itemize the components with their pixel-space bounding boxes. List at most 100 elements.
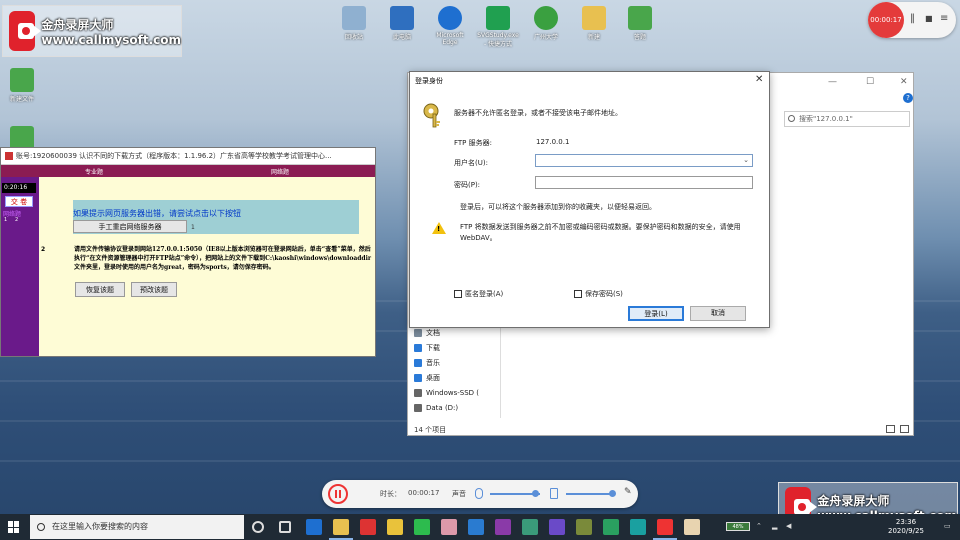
close-icon[interactable]: ✕ (755, 74, 763, 85)
question-instruction: 请用文件传输协议登录到网站127.0.0.1:5050（IE8以上版本浏览器可在… (74, 246, 372, 271)
submit-button[interactable]: 交 卷 (5, 196, 33, 207)
navigation-pane: 文档 下载 音乐 桌面 Windows-SSD ( Data (D:) (414, 325, 496, 415)
network-icon[interactable]: ▂ (772, 522, 777, 530)
photoshop-icon[interactable] (468, 519, 484, 535)
anonymous-login-checkbox[interactable]: 匿名登录(A) (454, 289, 503, 299)
clock-time: 23:36 (895, 518, 917, 526)
edge-icon (438, 6, 462, 30)
recycle-bin-icon (342, 6, 366, 30)
wechat-icon[interactable] (414, 519, 430, 535)
speaker-volume-slider[interactable] (566, 493, 614, 495)
app-face-icon[interactable] (684, 519, 700, 535)
university-icon (534, 6, 558, 30)
search-icon (37, 523, 45, 531)
windows-start-icon[interactable] (8, 521, 20, 533)
dialog-note: 登录后，可以将这个服务器添加到你的收藏夹，以便轻易返回。 (460, 203, 656, 211)
restart-server-button[interactable]: 手工重启网络服务器 (73, 220, 187, 233)
duration-value: 00:00:17 (408, 489, 440, 497)
recorder-icon[interactable] (657, 519, 673, 535)
speaker-volume-knob[interactable] (609, 490, 616, 497)
app-teal-icon[interactable] (630, 519, 646, 535)
question-link-2[interactable]: 2 (15, 217, 18, 223)
file-explorer-icon[interactable] (333, 519, 349, 535)
minimize-button[interactable]: — (828, 77, 837, 87)
app-box-icon[interactable] (576, 519, 592, 535)
battery-indicator[interactable]: 48% (726, 522, 750, 531)
exam-sidebar: 0:20:16 交 卷 网络题 1 2 (1, 177, 39, 356)
save-password-checkbox[interactable]: 保存密码(S) (574, 289, 623, 299)
app-figure-icon[interactable] (441, 519, 457, 535)
details-view-icon[interactable] (886, 425, 895, 433)
cortana-icon[interactable] (279, 521, 291, 533)
premiere-icon[interactable] (495, 519, 511, 535)
tray-arrow-icon[interactable]: ⌃ (756, 522, 762, 530)
notification-icon[interactable]: ▭ (944, 522, 951, 530)
search-icon (788, 115, 795, 122)
desktop-icon-university[interactable]: 广州大学 (524, 6, 568, 41)
nav-item-music[interactable]: 音乐 (414, 355, 496, 370)
menu-icon[interactable]: ≡ (940, 13, 948, 24)
pane-divider[interactable] (500, 323, 501, 418)
nav-item-downloads[interactable]: 下载 (414, 340, 496, 355)
countdown-timer: 0:20:16 (2, 183, 36, 193)
app-green-icon[interactable] (603, 519, 619, 535)
desktop-icon-svgstudy[interactable]: SVGStudy.exe - 快捷方式 (476, 6, 520, 48)
maximize-button[interactable]: ☐ (866, 77, 874, 87)
stop-icon[interactable]: ■ (925, 14, 933, 23)
netease-music-icon[interactable] (360, 519, 376, 535)
microphone-volume-knob[interactable] (532, 490, 539, 497)
watermark-name: 金舟录屏大师 (41, 17, 114, 32)
dialog-title: 登录身份 (415, 77, 443, 85)
pen-icon[interactable]: ✎ (624, 487, 632, 497)
restore-question-button[interactable]: 恢复该题 (75, 282, 125, 297)
redo-question-button[interactable]: 预改该题 (131, 282, 177, 297)
recorder-bar: 时长： 00:00:17 声音 ✎ (322, 480, 638, 508)
checkbox-box[interactable] (454, 290, 462, 298)
drive-icon (414, 403, 422, 412)
record-timer[interactable]: 00:00:17 (868, 2, 904, 38)
after-effects-icon[interactable] (549, 519, 565, 535)
microphone-icon[interactable] (475, 488, 483, 499)
username-field[interactable]: ⌄ (535, 154, 753, 167)
taskbar-search-input[interactable]: 在这里输入你要搜索的内容 (30, 515, 244, 539)
server-notice: 如果提示网页服务器出错，请尝试点击以下按钮 手工重启网络服务器 1 (73, 200, 359, 234)
taskbar: 在这里输入你要搜索的内容 48% ⌃ ▂ ◀ 23:36 2020/9/25 ▭ (0, 514, 960, 540)
edge-icon[interactable] (306, 519, 322, 535)
username-label: 用户名(U): (454, 159, 488, 167)
checkbox-box[interactable] (574, 290, 582, 298)
close-button[interactable]: ✕ (900, 77, 908, 87)
clock[interactable]: 23:36 2020/9/25 (888, 518, 924, 536)
password-field[interactable] (535, 176, 753, 189)
nav-item-desktop[interactable]: 桌面 (414, 370, 496, 385)
login-button[interactable]: 登录(L) (628, 306, 684, 321)
volume-icon[interactable]: ◀ (786, 522, 791, 530)
tab-network[interactable]: 网络题 (271, 167, 289, 176)
password-label: 密码(P): (454, 181, 481, 189)
desktop-icon-this-pc[interactable]: 此电脑 (380, 6, 424, 41)
search-input[interactable]: 搜索"127.0.0.1" (784, 111, 910, 127)
task-view-icon[interactable] (252, 521, 264, 533)
help-icon[interactable]: ? (903, 93, 913, 103)
tab-professional[interactable]: 专业题 (85, 167, 103, 176)
nav-item-data-d[interactable]: Data (D:) (414, 400, 496, 415)
cancel-button[interactable]: 取消 (690, 306, 746, 321)
ftp-server-label: FTP 服务器: (454, 139, 492, 147)
desktop-icon-answer[interactable]: 答题 (618, 6, 662, 41)
desktop-icon (414, 373, 422, 382)
desktop-icon-edge[interactable]: Microsoft Edge (428, 6, 472, 46)
desktop-icon-newfile[interactable]: 新建文件 (0, 68, 44, 103)
audition-icon[interactable] (522, 519, 538, 535)
speaker-icon[interactable] (550, 488, 558, 499)
music-icon (414, 358, 422, 367)
pause-recording-button[interactable] (328, 484, 348, 504)
tiles-view-icon[interactable] (900, 425, 909, 433)
nav-item-windows-ssd[interactable]: Windows-SSD ( (414, 385, 496, 400)
desktop-icon-new[interactable]: 新建 (572, 6, 616, 41)
pause-icon[interactable]: ‖ (910, 13, 915, 24)
question-link-1[interactable]: 1 (4, 217, 7, 223)
app-yellow-icon[interactable] (387, 519, 403, 535)
desktop-icon-recycle-bin[interactable]: 回收站 (332, 6, 376, 41)
notice-text: 如果提示网页服务器出错，请尝试点击以下按钮 (73, 209, 241, 218)
chevron-down-icon[interactable]: ⌄ (743, 156, 749, 164)
watermark-top: 金舟录屏大师 www.callmysoft.com (2, 5, 182, 57)
